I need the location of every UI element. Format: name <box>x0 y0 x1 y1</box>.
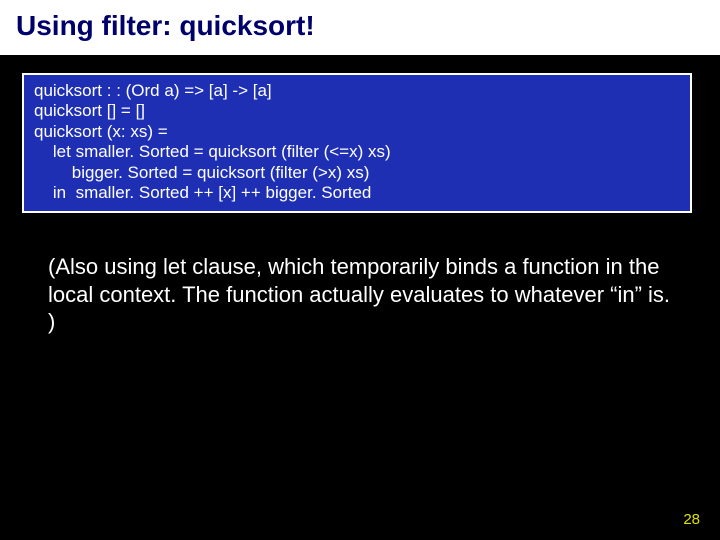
code-line-3: quicksort (x: xs) = <box>34 122 168 141</box>
code-block: quicksort : : (Ord a) => [a] -> [a] quic… <box>22 73 692 213</box>
code-line-5: bigger. Sorted = quicksort (filter (>x) … <box>34 163 369 182</box>
spacer <box>0 55 720 73</box>
code-line-4: let smaller. Sorted = quicksort (filter … <box>34 142 391 161</box>
code-line-6: in smaller. Sorted ++ [x] ++ bigger. Sor… <box>34 183 371 202</box>
code-line-2: quicksort [] = [] <box>34 101 145 120</box>
page-number: 28 <box>683 511 700 528</box>
slide: Using filter: quicksort! quicksort : : (… <box>0 0 720 540</box>
body-paragraph: (Also using let clause, which temporaril… <box>48 253 672 336</box>
slide-title: Using filter: quicksort! <box>0 0 720 55</box>
code-line-1: quicksort : : (Ord a) => [a] -> [a] <box>34 81 272 100</box>
